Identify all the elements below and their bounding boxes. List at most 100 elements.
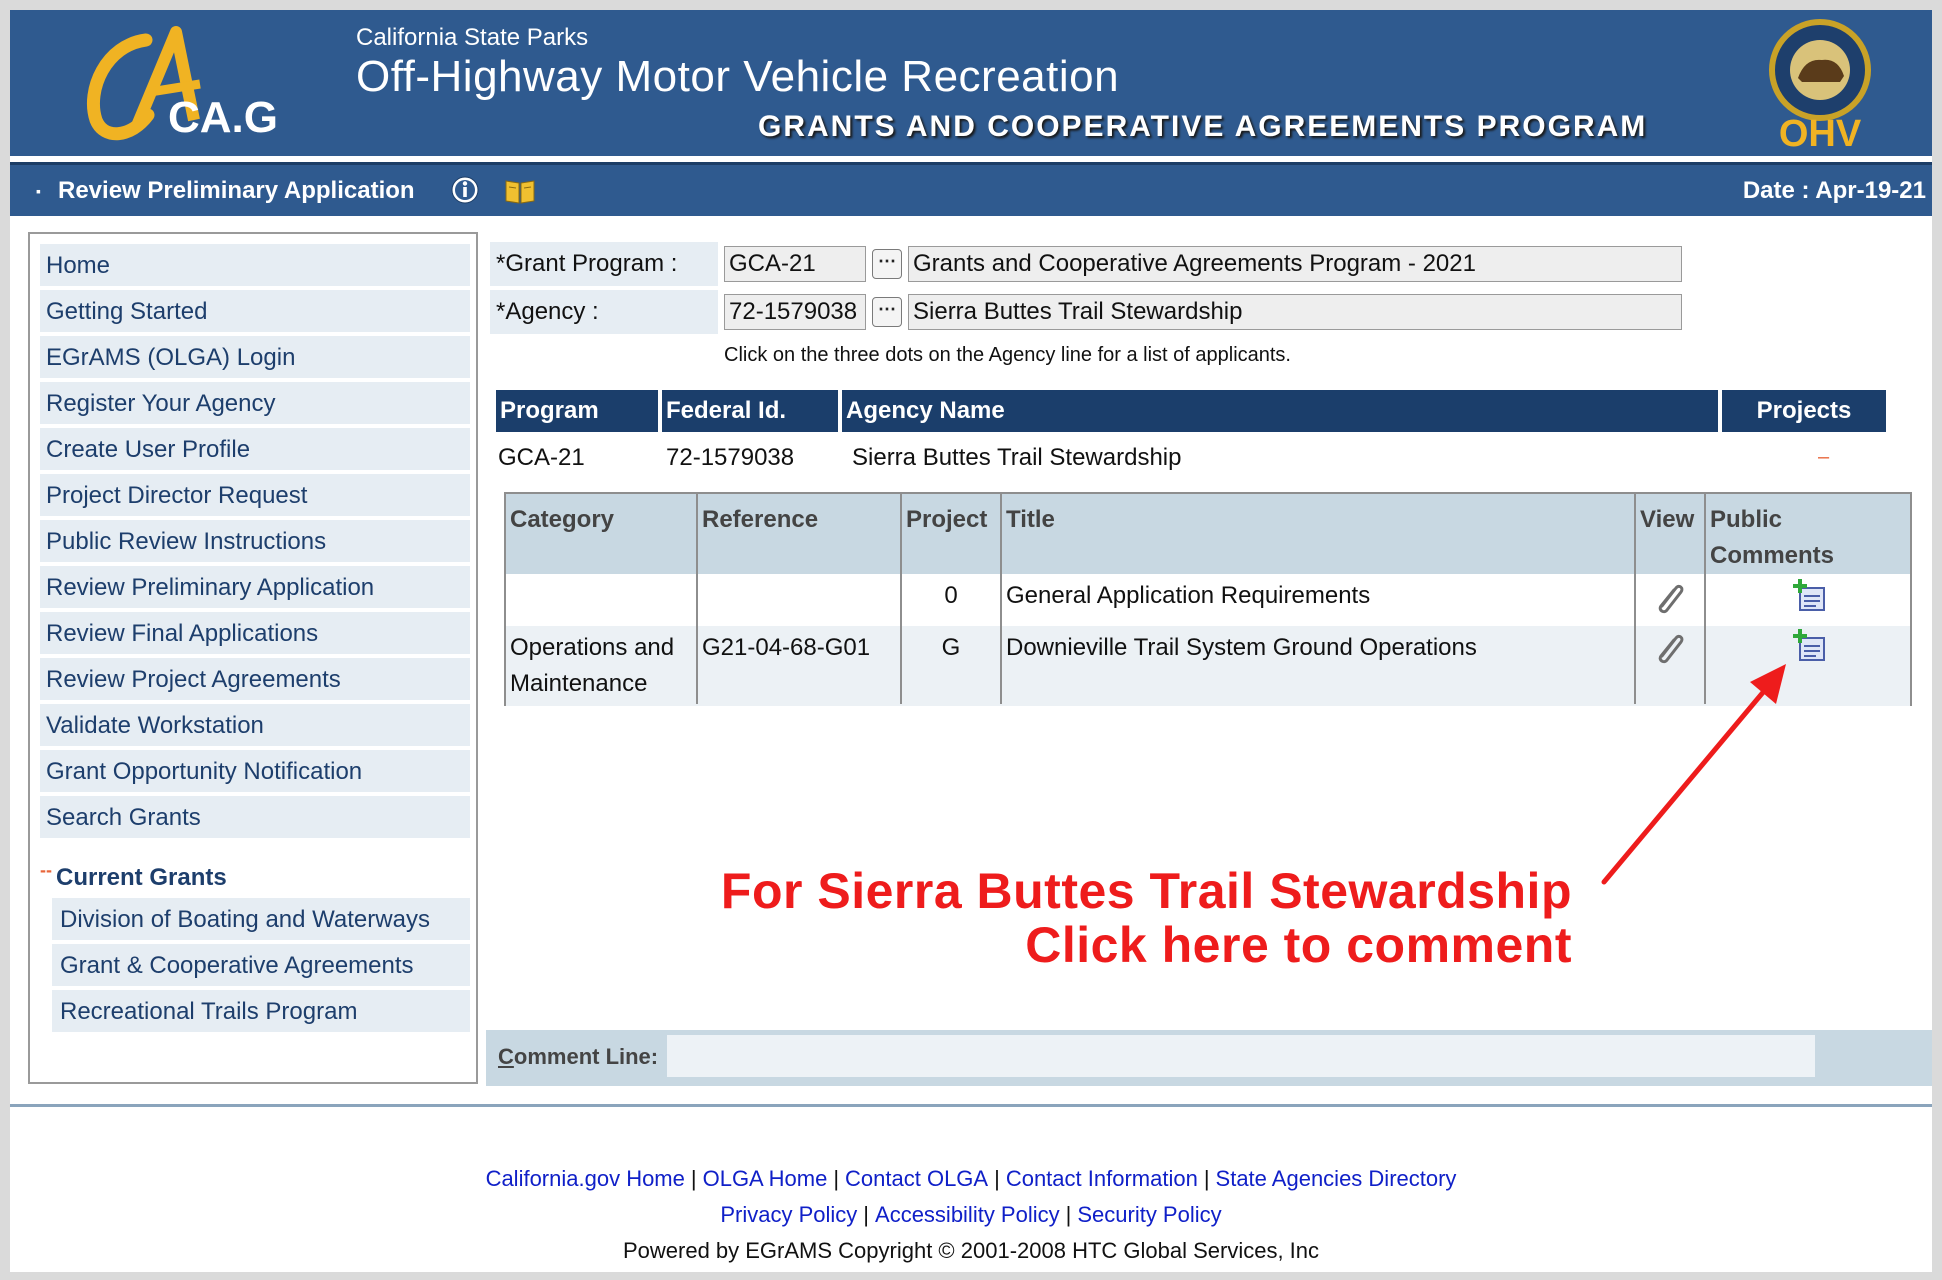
annotation-line-1: For Sierra Buttes Trail Stewardship (720, 863, 1572, 919)
sidebar-nav: Home Getting Started EGrAMS (OLGA) Login… (28, 232, 478, 1084)
row2-title: Downieville Trail System Ground Operatio… (1002, 626, 1634, 706)
ca-gov-logo[interactable]: CA.GOV (76, 20, 276, 150)
col-header-view: View (1636, 494, 1704, 574)
sidebar-item-getting-started[interactable]: Getting Started (40, 290, 470, 332)
sidebar-item-project-director-request[interactable]: Project Director Request (40, 474, 470, 516)
col-header-projects: Projects (1722, 390, 1886, 432)
page: CA.GOV California State Parks Off-Highwa… (10, 10, 1932, 1272)
footer-divider (10, 1104, 1932, 1107)
comment-line-label: Comment Line: (498, 1044, 658, 1070)
column-divider (900, 494, 902, 704)
agency-row-program: GCA-21 (498, 444, 585, 471)
sidebar-item-recreational-trails-program[interactable]: Recreational Trails Program (52, 990, 470, 1032)
annotation-line-2: Click here to comment (1025, 917, 1572, 973)
comment-line-bar: Comment Line: (486, 1030, 1932, 1086)
footer-copyright: Powered by EGrAMS Copyright © 2001-2008 … (622, 1238, 1320, 1263)
help-book-icon[interactable] (504, 177, 536, 205)
program-title: Off-Highway Motor Vehicle Recreation (356, 52, 1120, 101)
current-grants-label: Current Grants (56, 864, 227, 891)
site-header: CA.GOV California State Parks Off-Highwa… (10, 10, 1932, 156)
sidebar-item-validate-workstation[interactable]: Validate Workstation (40, 704, 470, 746)
sidebar-item-egrams-login[interactable]: EGrAMS (OLGA) Login (40, 336, 470, 378)
row2-category-line1: Operations and (510, 634, 675, 661)
sidebar-item-create-user-profile[interactable]: Create User Profile (40, 428, 470, 470)
sidebar-item-review-preliminary-application[interactable]: Review Preliminary Application (40, 566, 470, 608)
col-header-public-comments: Public Comments (1706, 494, 1910, 574)
sidebar-item-grant-cooperative-agreements[interactable]: Grant & Cooperative Agreements (52, 944, 470, 986)
col-header-category: Category (506, 494, 696, 574)
footer-link-contact-olga[interactable]: Contact OLGA (845, 1166, 988, 1191)
collapse-icon[interactable]: -- (40, 860, 52, 881)
sidebar-section-current-grants[interactable]: -- Current Grants (40, 858, 227, 898)
row2-category: Operations and Maintenance (506, 626, 696, 706)
current-date: Date : Apr-19-21 (1742, 177, 1926, 204)
state-parks-label: California State Parks (356, 24, 589, 51)
sidebar-item-search-grants[interactable]: Search Grants (40, 796, 470, 838)
view-attachment-icon[interactable] (1652, 580, 1686, 614)
agency-lookup-hint: Click on the three dots on the Agency li… (724, 344, 1291, 366)
bullet-icon: ▪ (36, 183, 41, 199)
page-title-bar: ▪ Review Preliminary Application Date : … (10, 162, 1932, 216)
col-header-reference: Reference (698, 494, 900, 574)
grant-program-code-field[interactable]: GCA-21 (724, 246, 866, 282)
footer-link-security-policy[interactable]: Security Policy (1077, 1202, 1221, 1227)
footer-link-contact-information[interactable]: Contact Information (1006, 1166, 1198, 1191)
sidebar-item-grant-opportunity-notification[interactable]: Grant Opportunity Notification (40, 750, 470, 792)
col-header-federal-id: Federal Id. (662, 390, 838, 432)
ohv-state-parks-seal-icon: OHV (1769, 19, 1871, 152)
footer-link-accessibility-policy[interactable]: Accessibility Policy (875, 1202, 1060, 1227)
grant-program-lookup-button[interactable]: ⋯ (872, 249, 902, 279)
collapse-projects-icon[interactable]: – (1818, 446, 1829, 469)
agency-label: *Agency : (490, 290, 718, 334)
footer-link-olga-home[interactable]: OLGA Home (703, 1166, 828, 1191)
footer-link-privacy-policy[interactable]: Privacy Policy (720, 1202, 857, 1227)
ca-gov-logo-text: CA.GOV (168, 93, 276, 142)
row1-reference (698, 574, 900, 626)
agency-name-field[interactable]: Sierra Buttes Trail Stewardship (908, 294, 1682, 330)
row1-category (506, 574, 696, 626)
row1-title: General Application Requirements (1002, 574, 1634, 626)
grant-program-label: *Grant Program : (490, 242, 718, 286)
sidebar-item-public-review-instructions[interactable]: Public Review Instructions (40, 520, 470, 562)
sidebar-item-division-boating-waterways[interactable]: Division of Boating and Waterways (52, 898, 470, 940)
sidebar-item-review-final-applications[interactable]: Review Final Applications (40, 612, 470, 654)
ohv-logo-text: OHV (1779, 113, 1862, 152)
grants-program-title: GRANTS AND COOPERATIVE AGREEMENTS PROGRA… (758, 110, 1648, 143)
col-header-project: Project (902, 494, 1000, 574)
sidebar-item-review-project-agreements[interactable]: Review Project Agreements (40, 658, 470, 700)
agency-row-agency-name: Sierra Buttes Trail Stewardship (852, 444, 1182, 471)
sidebar-item-home[interactable]: Home (40, 244, 470, 286)
column-divider (696, 494, 698, 704)
add-comment-icon[interactable] (1792, 578, 1826, 612)
footer-links-row-2: Privacy Policy | Accessibility Policy | Secu… (10, 1202, 1932, 1228)
comment-label-rest: omment Line: (513, 1044, 659, 1069)
col-header-title: Title (1002, 494, 1634, 574)
info-icon[interactable] (450, 175, 480, 205)
footer-separator: | (994, 1166, 1000, 1191)
comment-label-accesskey: C (498, 1044, 514, 1069)
row2-category-line2: Maintenance (510, 670, 648, 697)
agency-lookup-button[interactable]: ⋯ (872, 297, 902, 327)
footer-separator: | (1065, 1202, 1072, 1227)
sidebar-item-register-agency[interactable]: Register Your Agency (40, 382, 470, 424)
row2-reference: G21-04-68-G01 (698, 626, 900, 706)
row2-project: G (902, 626, 1000, 706)
comment-line-input[interactable] (666, 1034, 1816, 1078)
grant-program-name-field[interactable]: Grants and Cooperative Agreements Progra… (908, 246, 1682, 282)
footer-links-row-1: California.gov Home | OLGA Home | Contact OL… (10, 1166, 1932, 1192)
annotation-arrow-icon (1601, 664, 1786, 885)
footer-link-state-agencies-directory[interactable]: State Agencies Directory (1216, 1166, 1457, 1191)
agency-code-field[interactable]: 72-1579038 (724, 294, 866, 330)
footer-separator: | (833, 1166, 840, 1191)
footer-separator: | (690, 1166, 697, 1191)
footer-link-california-gov-home[interactable]: California.gov Home (486, 1166, 685, 1191)
page-title: Review Preliminary Application (58, 177, 415, 204)
col-header-program: Program (496, 390, 658, 432)
row1-project: 0 (902, 574, 1000, 626)
col-header-agency-name: Agency Name (842, 390, 1718, 432)
public-comments-header-line1: Public (1710, 506, 1783, 533)
public-comments-header-line2: Comments (1710, 542, 1835, 569)
agency-row-federal-id: 72-1579038 (666, 444, 795, 471)
column-divider (1000, 494, 1002, 704)
footer-separator: | (1203, 1166, 1210, 1191)
